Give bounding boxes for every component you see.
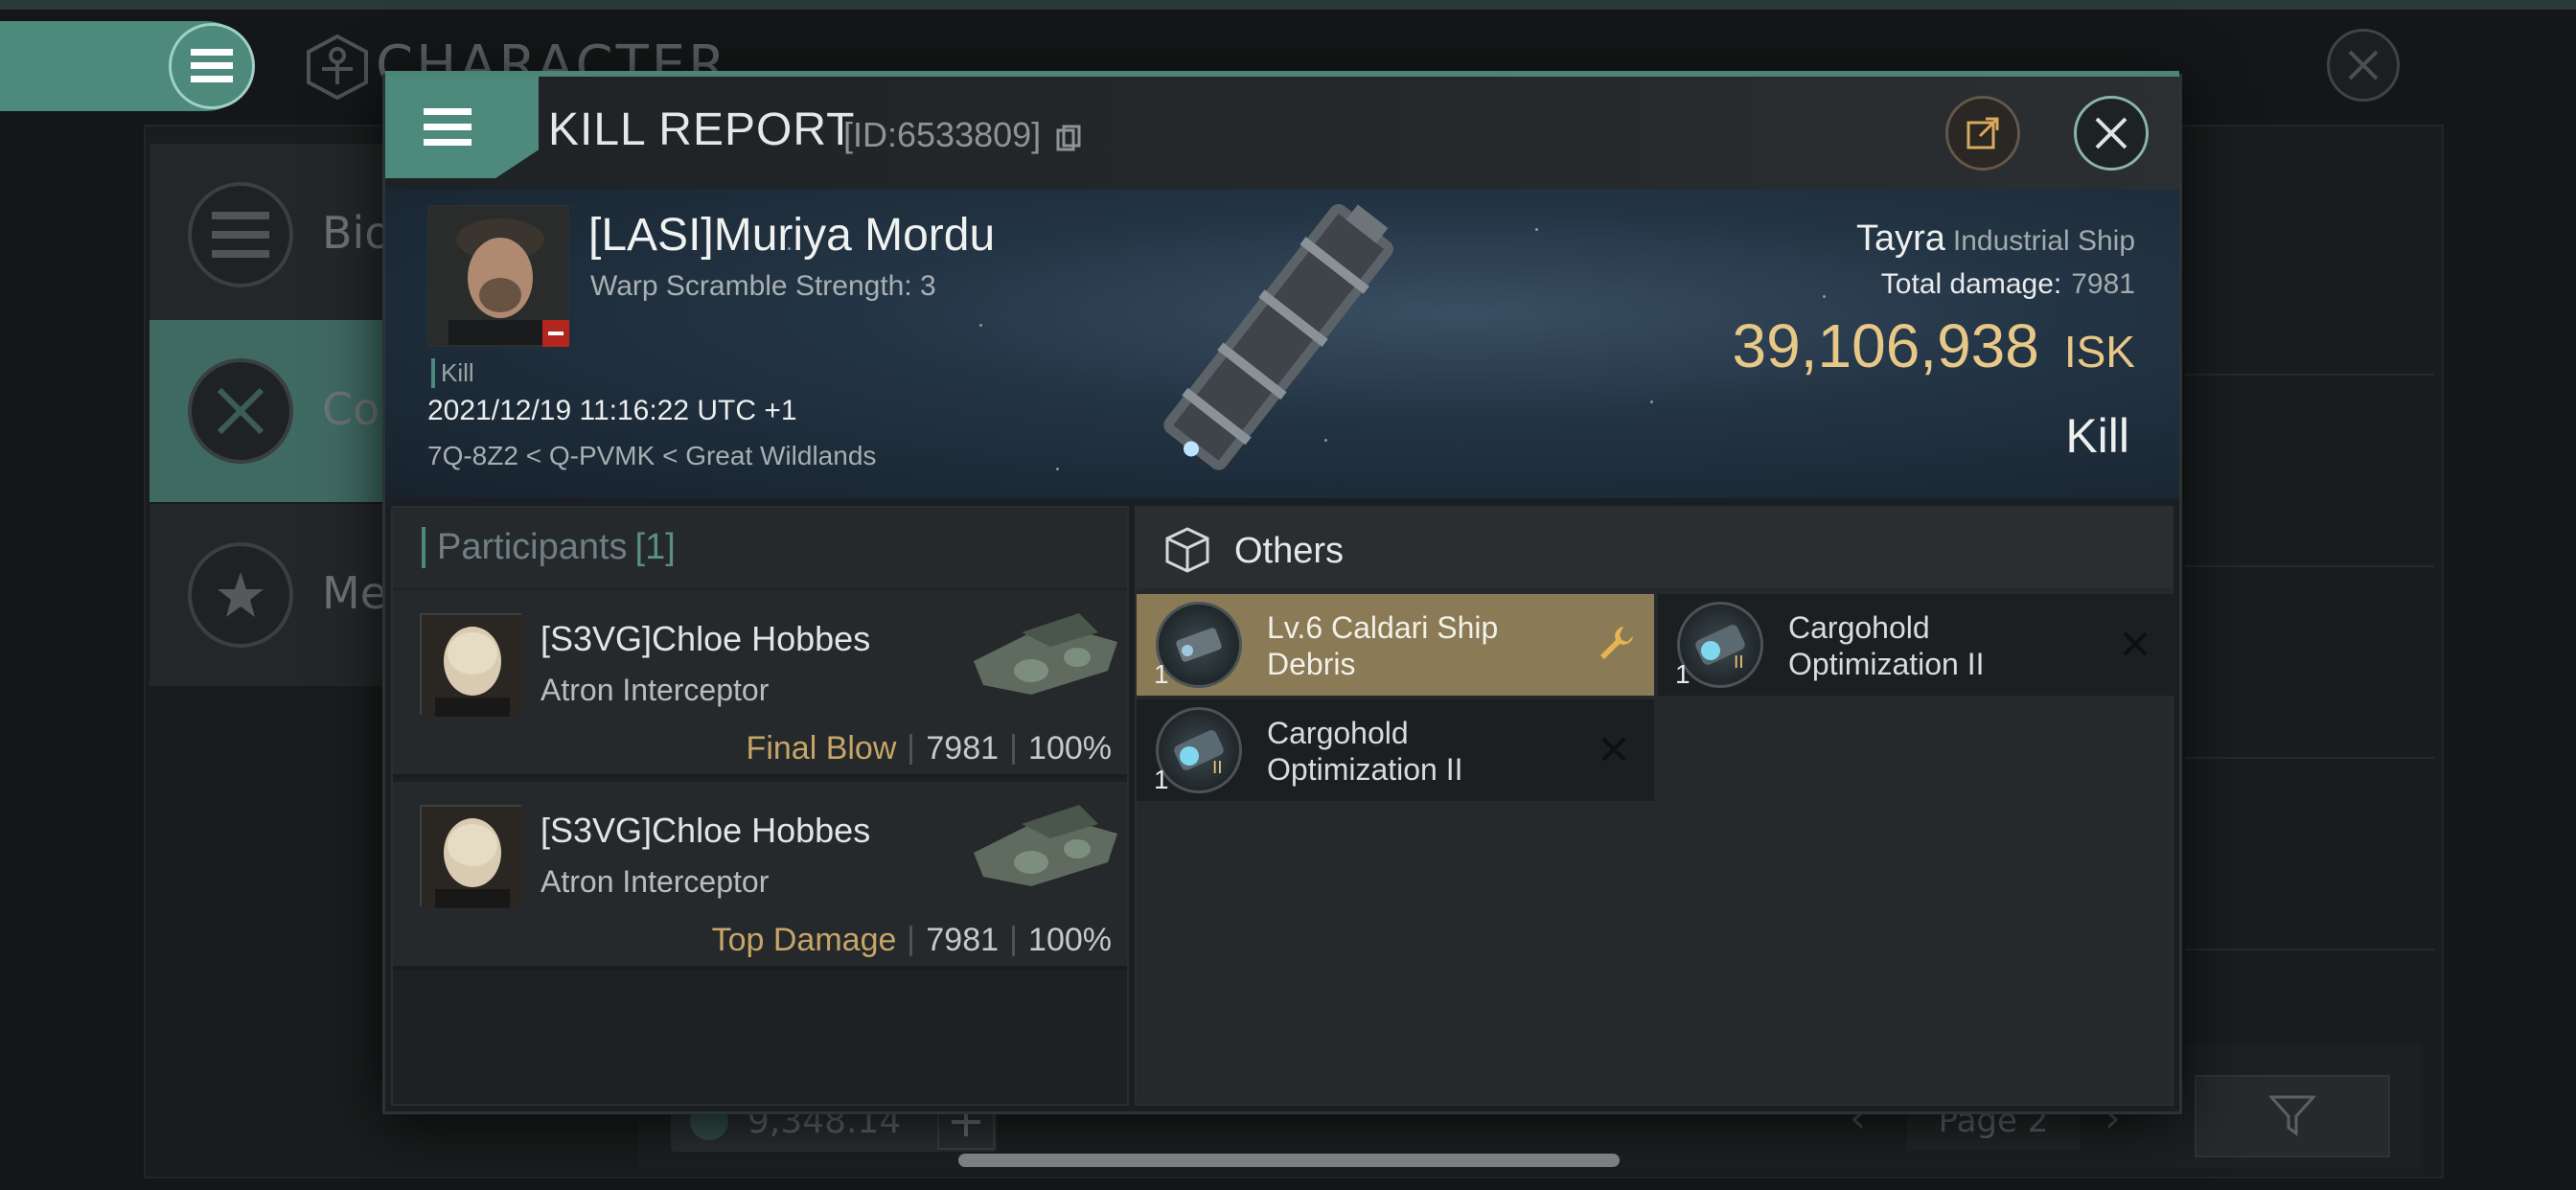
close-icon (2095, 117, 2128, 149)
victim-subtitle: Warp Scramble Strength: 3 (590, 270, 936, 302)
share-button[interactable] (1945, 96, 2020, 171)
dialog-menu-button[interactable] (385, 77, 539, 178)
filter-button[interactable] (2195, 1075, 2390, 1157)
participant-name: [S3VG]Chloe Hobbes (540, 811, 871, 850)
item-label: Lv.6 Caldari Ship Debris (1267, 610, 1499, 681)
participants-count: [1] (634, 527, 676, 567)
participant-damage: 7981 (926, 922, 1000, 958)
side-tab-medals[interactable]: Med (150, 504, 415, 686)
others-header: Others (1137, 508, 2172, 588)
isk-amount: 39,106,938 (1732, 311, 2039, 380)
participant-ship-image (974, 613, 1117, 695)
participants-header: Participants [1] (393, 508, 1127, 588)
stat-divider (1012, 733, 1016, 765)
kill-report-dialog: KILL REPORT [ID:6533809] [LASI]Muriya Mo… (385, 71, 2179, 1111)
others-item-destroyed[interactable]: II 1 Cargohold Optimization II (1137, 699, 1654, 801)
stat-divider (1012, 925, 1016, 956)
ship-class: Industrial Ship (1952, 225, 2135, 257)
victim-ship-image (1163, 204, 1393, 470)
participant-tag: Final Blow (746, 730, 897, 767)
filter-icon (2269, 1095, 2315, 1136)
item-label: Cargohold Optimization II (1267, 716, 1463, 787)
others-panel: Others 1 Lv.6 Caldari Ship Debris II 1 C… (1135, 506, 2175, 1106)
participant-tag: Top Damage (711, 922, 897, 958)
side-tab-bio[interactable]: Bio (150, 144, 392, 326)
dialog-header: KILL REPORT [ID:6533809] (385, 77, 2179, 190)
top-edge (0, 0, 2576, 10)
character-icon (307, 34, 368, 100)
stat-divider (909, 733, 913, 765)
side-tab-combat[interactable]: Cor (150, 320, 398, 502)
participant-avatar[interactable] (420, 613, 523, 717)
total-damage-label: Total damage: (1880, 268, 2062, 300)
victim-ship-name[interactable]: Tayra Industrial Ship (1856, 218, 2135, 260)
victim-name[interactable]: [LASI]Muriya Mordu (588, 209, 995, 262)
copy-icon[interactable] (1056, 125, 1081, 153)
victim-banner: [LASI]Muriya Mordu Warp Scramble Strengt… (385, 190, 2179, 498)
svg-text:II: II (1212, 758, 1223, 778)
dialog-close-button[interactable] (2074, 96, 2149, 171)
participant-stats: Final Blow 7981 100% (747, 730, 1112, 767)
crossed-swords-icon (188, 358, 293, 464)
hamburger-icon (191, 49, 233, 82)
star-badge-icon (188, 542, 293, 648)
kill-id: [ID:6533809] (843, 115, 1042, 154)
isk-unit: ISK (2063, 327, 2135, 377)
participants-title: Participants [1] (422, 527, 676, 568)
destroyed-x-icon (2116, 625, 2154, 663)
participant-name: [S3VG]Chloe Hobbes (540, 619, 871, 658)
screen-close-button[interactable] (2327, 29, 2400, 102)
dialog-title: KILL REPORT (548, 104, 856, 155)
hamburger-icon (424, 108, 472, 146)
destroyed-x-icon (1595, 730, 1633, 768)
total-damage-value: 7981 (2071, 268, 2135, 300)
close-icon (2348, 50, 2379, 80)
item-label: Cargohold Optimization II (1788, 610, 1985, 681)
kill-result: Kill (2065, 409, 2129, 463)
item-quantity: 1 (1675, 659, 1690, 689)
svg-text:II: II (1734, 652, 1744, 673)
participant-ship: Atron Interceptor (540, 673, 770, 707)
kill-type-tag: Kill (431, 358, 474, 388)
participant-ship: Atron Interceptor (540, 864, 770, 899)
share-icon (1966, 117, 1999, 149)
item-quantity: 1 (1154, 659, 1169, 689)
main-menu-button[interactable] (169, 23, 255, 109)
list-icon (188, 182, 293, 287)
participant-avatar[interactable] (420, 805, 523, 908)
participant-damage: 7981 (926, 730, 1000, 767)
participant-stats: Top Damage 7981 100% (712, 922, 1112, 959)
cargo-box-icon (1165, 527, 1209, 573)
kill-location[interactable]: 7Q-8Z2 < Q-PVMK < Great Wildlands (427, 441, 876, 471)
ship-name: Tayra (1855, 218, 1945, 259)
participant-percent: 100% (1028, 730, 1112, 767)
background-list (2185, 297, 2434, 1044)
others-title: Others (1234, 531, 1345, 571)
participants-title-text: Participants (437, 527, 628, 567)
stat-divider (909, 925, 913, 956)
wrench-icon (1600, 627, 1633, 659)
side-tab-label: Bio (322, 207, 392, 259)
participant-row[interactable]: [S3VG]Chloe Hobbes Atron Interceptor Fin… (393, 590, 1127, 778)
participant-ship-image (974, 805, 1117, 886)
others-item-destroyed[interactable]: II 1 Cargohold Optimization II (1658, 594, 2175, 696)
item-quantity: 1 (1154, 765, 1169, 794)
participant-percent: 100% (1028, 922, 1112, 958)
participant-row[interactable]: [S3VG]Chloe Hobbes Atron Interceptor Top… (393, 782, 1127, 970)
kill-timestamp: 2021/12/19 11:16:22 UTC +1 (427, 395, 797, 426)
isk-value: 39,106,938 ISK (1733, 310, 2135, 381)
others-item-dropped[interactable]: 1 Lv.6 Caldari Ship Debris (1137, 594, 1654, 696)
home-indicator[interactable] (958, 1154, 1620, 1167)
participants-panel: Participants [1] [S3VG]Chloe Hobbes Atron… (391, 506, 1129, 1106)
total-damage: Total damage: 7981 (1881, 268, 2135, 301)
hostile-badge (542, 320, 569, 347)
